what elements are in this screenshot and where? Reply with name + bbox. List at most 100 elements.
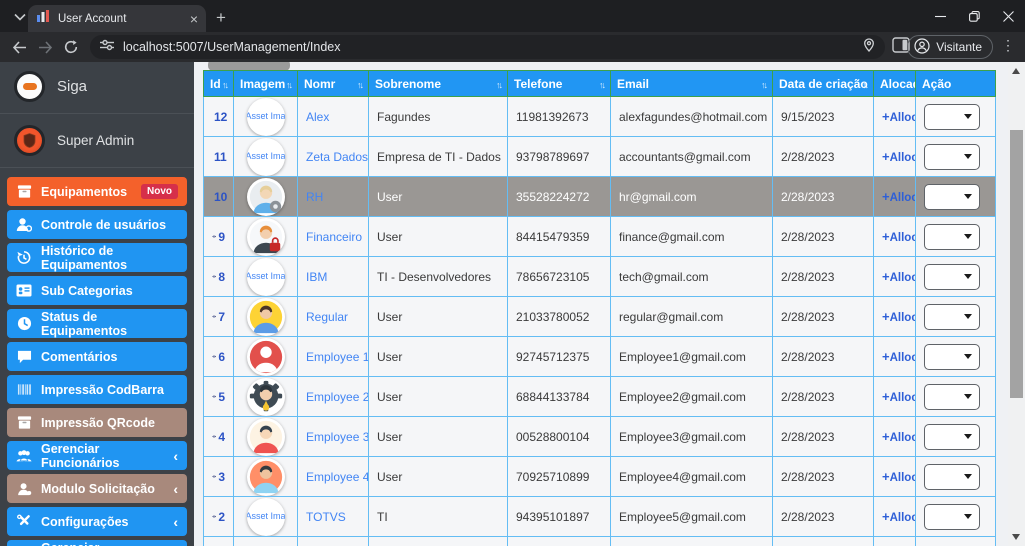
box-icon — [16, 184, 32, 200]
reload-icon[interactable] — [58, 34, 84, 60]
sort-icon[interactable]: ↑↓ — [761, 80, 768, 90]
column-header-nomr[interactable]: ↑↓ Nomr — [297, 70, 369, 97]
allocate-link[interactable]: +Allocate — [882, 269, 915, 284]
sidebar-item-configura-es[interactable]: Configurações ‹ — [7, 507, 187, 536]
allocate-link[interactable]: +Allocate — [882, 109, 915, 124]
action-select[interactable] — [924, 143, 980, 170]
sidebar-item-gerenciar-permiss-es[interactable]: Gerenciar Permissões‹ — [7, 540, 187, 546]
id-link[interactable]: 3 — [212, 470, 225, 484]
allocate-link[interactable]: +Allocate — [882, 229, 915, 244]
email-cell: Employee4@gmail.com — [610, 456, 773, 497]
id-link[interactable]: 12 — [212, 110, 227, 124]
sidebar-item-sub-categorias[interactable]: Sub Categorias — [7, 276, 187, 305]
restore-icon[interactable] — [957, 0, 991, 32]
scroll-down-icon[interactable] — [1012, 534, 1020, 540]
nome-link[interactable]: Employee 4 — [306, 470, 368, 484]
sidebar-item-controle-de-usu-rios[interactable]: Controle de usuários — [7, 210, 187, 239]
id-link[interactable]: 7 — [212, 310, 225, 324]
action-select[interactable] — [924, 383, 980, 410]
nome-link[interactable]: Employee 2 — [306, 390, 368, 404]
sort-icon[interactable]: ↑↓ — [286, 80, 293, 90]
id-link[interactable]: 11 — [212, 150, 227, 164]
allocate-link[interactable]: +Allocate — [882, 469, 915, 484]
action-select[interactable] — [924, 183, 980, 210]
forward-icon[interactable] — [32, 34, 58, 60]
sidebar-item-equipamentos[interactable]: Equipamentos Novo — [7, 177, 187, 206]
action-select[interactable] — [924, 263, 980, 290]
profile-chip[interactable]: Visitante — [907, 35, 993, 59]
id-value: 7 — [218, 309, 225, 324]
tab-close-icon[interactable]: × — [190, 12, 198, 26]
plus-icon: + — [882, 309, 890, 324]
page-scrollbar[interactable] — [1008, 62, 1025, 546]
address-bar[interactable]: localhost:5007/UserManagement/Index — [90, 35, 885, 59]
tab-search-chevron-icon[interactable] — [10, 8, 30, 26]
allocate-link[interactable]: +Allocate — [882, 389, 915, 404]
broken-image-avatar: Asset Image — [246, 497, 285, 536]
id-link[interactable]: 4 — [212, 430, 225, 444]
action-select[interactable] — [924, 103, 980, 130]
id-link[interactable]: 8 — [212, 270, 225, 284]
url-text[interactable]: localhost:5007/UserManagement/Index — [123, 40, 854, 54]
close-icon[interactable] — [991, 0, 1025, 32]
allocate-link[interactable]: +Allocate — [882, 189, 915, 204]
minimize-icon[interactable] — [923, 0, 957, 32]
sort-icon[interactable]: ↑↓ — [599, 80, 606, 90]
sort-icon[interactable]: ↑↓ — [496, 80, 503, 90]
clock-icon — [16, 316, 32, 332]
column-header-id[interactable]: ↑↓ Id — [203, 70, 234, 97]
id-link[interactable]: 6 — [212, 350, 225, 364]
sidebar-item-coment-rios[interactable]: Comentários — [7, 342, 187, 371]
action-select[interactable] — [924, 303, 980, 330]
column-header-email[interactable]: ↑↓ Email — [610, 70, 773, 97]
site-info-icon[interactable] — [100, 38, 114, 56]
allocate-label: Allocate — [889, 512, 915, 524]
allocate-link[interactable]: +Allocate — [882, 509, 915, 524]
allocate-link[interactable]: +Allocate — [882, 309, 915, 324]
nome-link[interactable]: TOTVS — [306, 510, 346, 524]
id-link[interactable]: 10 — [212, 190, 227, 204]
action-select[interactable] — [924, 503, 980, 530]
scrollbar-thumb[interactable] — [1010, 130, 1023, 398]
nome-link[interactable]: Employee 3 — [306, 430, 368, 444]
browser-tab[interactable]: User Account × — [28, 5, 206, 32]
new-tab-icon[interactable]: + — [216, 8, 226, 28]
nome-link[interactable]: Employee 1 — [306, 350, 368, 364]
sidebar-item-gerenciar-funcion-rios[interactable]: Gerenciar Funcionários ‹ — [7, 441, 187, 470]
id-link[interactable]: 5 — [212, 390, 225, 404]
nome-link[interactable]: Alex — [306, 110, 329, 124]
allocate-link[interactable]: +Allocate — [882, 349, 915, 364]
location-pin-icon[interactable] — [863, 37, 875, 57]
action-select[interactable] — [924, 463, 980, 490]
nome-link[interactable]: IBM — [306, 270, 327, 284]
id-link[interactable]: 9 — [212, 230, 225, 244]
sidebar-item-impress-o-qrcode[interactable]: Impressão QRcode — [7, 408, 187, 437]
sort-icon[interactable]: ↑↓ — [357, 80, 364, 90]
sidebar-item-hist-rico-de-equipamentos[interactable]: Histórico de Equipamentos — [7, 243, 187, 272]
back-icon[interactable] — [6, 34, 32, 60]
column-header-telefone[interactable]: ↑↓ Telefone — [507, 70, 611, 97]
allocate-link[interactable]: +Allocate — [882, 429, 915, 444]
action-select[interactable] — [924, 343, 980, 370]
nome-link[interactable]: Financeiro — [306, 230, 362, 244]
id-link[interactable]: 2 — [212, 510, 225, 524]
sort-icon[interactable]: ↑↓ — [222, 80, 229, 90]
sidebar-item-status-de-equipamentos[interactable]: Status de Equipamentos — [7, 309, 187, 338]
sobrenome-cell: Fagundes — [368, 96, 508, 137]
allocate-link[interactable]: +Allocate — [882, 149, 915, 164]
action-select[interactable] — [924, 223, 980, 250]
column-header-sobrenome[interactable]: ↑↓ Sobrenome — [368, 70, 508, 97]
nome-link[interactable]: Zeta Dados — [306, 150, 368, 164]
nome-link[interactable]: RH — [306, 190, 323, 204]
telefone-cell: 35528224272 — [507, 176, 611, 217]
menu-dots-icon[interactable]: ⋮ — [999, 37, 1017, 57]
app-logo[interactable]: Siga — [0, 62, 194, 111]
action-select[interactable] — [924, 423, 980, 450]
sidebar-item-modulo-solicita-o[interactable]: Modulo Solicitação ‹ — [7, 474, 187, 503]
nome-link[interactable]: Regular — [306, 310, 348, 324]
column-header-imagem[interactable]: ↑↓ Imagem — [233, 70, 298, 97]
scroll-up-icon[interactable] — [1012, 68, 1020, 74]
column-header-data-de-cria-o[interactable]: ↑↓ Data de criação — [772, 70, 874, 97]
current-user[interactable]: Super Admin — [0, 116, 194, 165]
sidebar-item-impress-o-codbarra[interactable]: Impressão CodBarra — [7, 375, 187, 404]
